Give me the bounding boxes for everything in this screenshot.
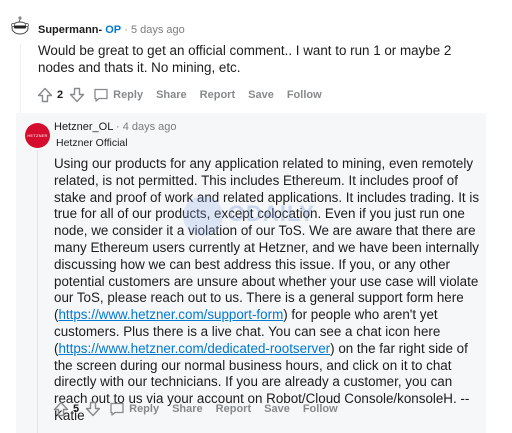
comment-time[interactable]: 5 days ago (131, 24, 185, 36)
op-badge: OP (105, 24, 122, 36)
comment-meta: Hetzner_OL · 4 days ago (54, 121, 177, 133)
report-button[interactable]: Report (200, 89, 235, 101)
comment-icon (110, 402, 124, 416)
save-button[interactable]: Save (248, 89, 274, 101)
comment-actions: 5 Reply Share Report Save Follow (53, 401, 351, 417)
user-flair: Hetzner Official (56, 137, 128, 149)
dedicated-rootserver-link[interactable]: https://www.hetzner.com/dedicated-rootse… (58, 341, 330, 356)
reply-button[interactable]: Reply (109, 401, 159, 417)
downvote-icon[interactable] (85, 401, 101, 417)
comment-meta: Supermann- OP · 5 days ago (38, 24, 185, 36)
reply-button[interactable]: Reply (93, 87, 143, 103)
comment-actions: 2 Reply Share Report Save Follow (37, 87, 335, 103)
comment-body: Using our products for any application r… (54, 156, 488, 425)
meta-separator: · (121, 24, 131, 36)
vote-score: 5 (73, 403, 80, 415)
comment-author[interactable]: Supermann- (38, 24, 102, 36)
watermark-text: ODAILY (228, 201, 316, 226)
avatar-text: HETZNER (27, 133, 48, 138)
hetzner-avatar[interactable]: HETZNER (25, 123, 50, 148)
body-text-part: Using our products for any application r… (54, 156, 480, 323)
share-button[interactable]: Share (156, 89, 187, 101)
comment-time[interactable]: 4 days ago (123, 121, 177, 133)
follow-button[interactable]: Follow (287, 89, 322, 101)
upvote-icon[interactable] (37, 87, 53, 103)
thread-line[interactable] (37, 150, 38, 433)
comment-icon (94, 88, 108, 102)
watermark-logo (183, 196, 223, 236)
reply-label: Reply (129, 403, 160, 415)
reply-label: Reply (113, 89, 144, 101)
share-button[interactable]: Share (172, 403, 203, 415)
downvote-icon[interactable] (69, 87, 85, 103)
comment-body: Would be great to get an official commen… (38, 43, 452, 75)
snoo-avatar-icon[interactable] (8, 14, 32, 38)
comment-author[interactable]: Hetzner_OL (54, 121, 113, 133)
save-button[interactable]: Save (264, 403, 290, 415)
vote-score: 2 (57, 89, 64, 101)
report-button[interactable]: Report (216, 403, 251, 415)
follow-button[interactable]: Follow (303, 403, 338, 415)
support-form-link[interactable]: https://www.hetzner.com/support-form (58, 307, 283, 322)
meta-separator: · (112, 121, 123, 133)
upvote-icon[interactable] (53, 401, 69, 417)
